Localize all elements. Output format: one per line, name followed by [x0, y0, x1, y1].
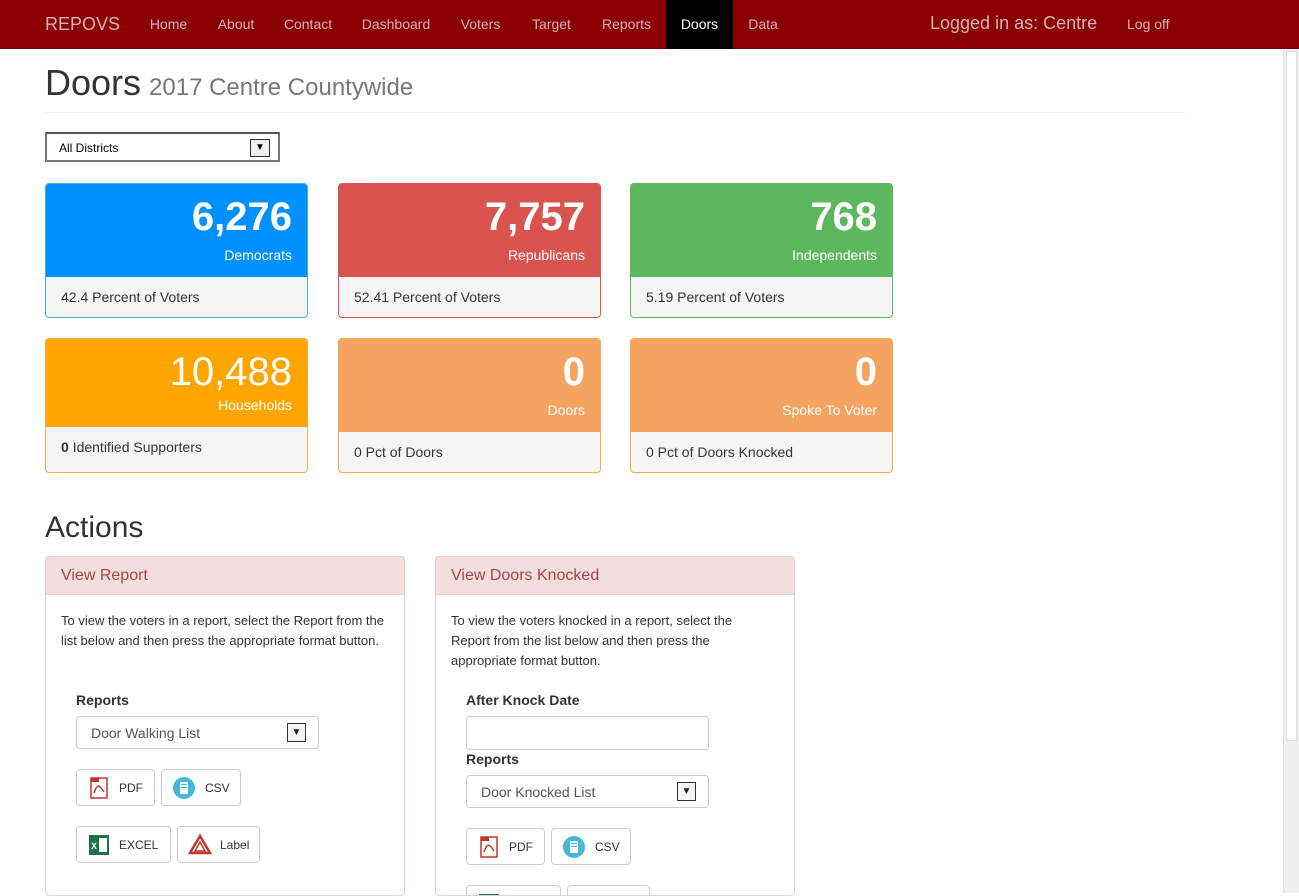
label-icon: [187, 833, 213, 857]
csv-button[interactable]: CSV: [161, 769, 241, 806]
stat-card-header: 6,276 Democrats: [46, 184, 307, 277]
panel-title: View Doors Knocked: [451, 567, 600, 584]
stat-label: Democrats: [224, 247, 292, 263]
brand-logo[interactable]: REPOVS: [45, 14, 120, 35]
excel-button-label: EXCEL: [119, 838, 159, 852]
stat-number: 7,757: [484, 195, 585, 239]
stat-label: Independents: [792, 247, 877, 263]
chevron-down-icon[interactable]: ▼: [677, 782, 696, 801]
view-report-panel: View Report To view the voters in a repo…: [45, 556, 405, 896]
nav-doors[interactable]: Doors: [666, 0, 733, 49]
csv-icon: [562, 835, 586, 859]
after-knock-date-input[interactable]: [466, 716, 709, 750]
logoff-link[interactable]: Log off: [1127, 16, 1170, 32]
stat-label: Spoke To Voter: [782, 402, 877, 418]
stat-card-header: 7,757 Republicans: [339, 184, 600, 277]
stat-number: 0: [854, 350, 877, 394]
stat-footer: 52.41 Percent of Voters: [354, 289, 501, 305]
stat-label: Republicans: [507, 247, 585, 263]
panel-instructions: To view the voters in a report, select t…: [61, 613, 384, 648]
pdf-icon: [477, 835, 501, 859]
stat-card-header: 0 Doors: [339, 339, 600, 432]
stat-footer: 5.19 Percent of Voters: [646, 289, 785, 305]
label-button[interactable]: Label: [177, 826, 260, 863]
panel-title: View Report: [61, 567, 148, 584]
pdf-button[interactable]: PDF: [76, 769, 155, 806]
stat-card-independents: 768 Independents 5.19 Percent of Voters: [630, 183, 893, 318]
nav-reports[interactable]: Reports: [587, 0, 666, 49]
page-title: Doors 2017 Centre Countywide: [45, 62, 413, 104]
pdf-icon: [87, 776, 111, 800]
knocked-report-select-value: Door Knocked List: [481, 784, 596, 800]
stat-label: Doors: [547, 402, 585, 418]
page-subtitle: 2017 Centre Countywide: [149, 74, 414, 101]
stat-card-households: 10,488 Households 0 Identified Supporter…: [45, 338, 308, 473]
chevron-down-icon[interactable]: ▼: [287, 723, 306, 742]
nav-home[interactable]: Home: [136, 0, 201, 49]
top-navbar: REPOVS Home About Contact Dashboard Vote…: [0, 0, 1299, 49]
panel-instructions: To view the voters knocked in a report, …: [451, 613, 733, 668]
stat-footer: 0 Pct of Doors Knocked: [646, 444, 794, 460]
nav-data[interactable]: Data: [733, 0, 793, 49]
stat-footer-count: 0: [61, 439, 69, 455]
label-button-label: Label: [220, 838, 250, 852]
stat-card-republicans: 7,757 Republicans 52.41 Percent of Voter…: [338, 183, 601, 318]
vertical-scrollbar[interactable]: [1283, 49, 1299, 893]
stat-card-header: 0 Spoke To Voter: [631, 339, 892, 432]
pdf-button[interactable]: PDF: [466, 828, 545, 865]
csv-icon: [172, 776, 196, 800]
report-select[interactable]: Door Walking List ▼: [76, 716, 319, 749]
stat-number: 0: [562, 350, 585, 394]
scrollbar-thumb[interactable]: [1286, 51, 1297, 741]
pdf-button-label: PDF: [119, 781, 143, 795]
stat-footer: 0 Identified Supporters: [61, 439, 202, 455]
nav-contact[interactable]: Contact: [269, 0, 347, 49]
stat-number: 10,488: [169, 350, 292, 394]
stat-number: 6,276: [191, 195, 292, 239]
stat-number: 768: [810, 195, 877, 239]
view-doors-knocked-panel: View Doors Knocked To view the voters kn…: [435, 556, 795, 896]
reports-label: Reports: [466, 751, 519, 767]
stat-card-doors: 0 Doors 0 Pct of Doors: [338, 338, 601, 473]
excel-button[interactable]: X EXCEL: [76, 826, 171, 863]
nav-target[interactable]: Target: [516, 0, 587, 49]
csv-button[interactable]: CSV: [551, 828, 631, 865]
stat-footer: 0 Pct of Doors: [354, 444, 443, 460]
knocked-report-select[interactable]: Door Knocked List ▼: [466, 775, 709, 808]
page-title-text: Doors: [45, 62, 142, 103]
label-button[interactable]: [567, 885, 650, 895]
panel-heading: View Doors Knocked: [436, 557, 794, 595]
stat-card-header: 768 Independents: [631, 184, 892, 277]
stat-card-spoke-to-voter: 0 Spoke To Voter 0 Pct of Doors Knocked: [630, 338, 893, 473]
district-select[interactable]: All Districts ▼: [45, 132, 280, 162]
nav-about[interactable]: About: [203, 0, 269, 49]
after-knock-date-label: After Knock Date: [466, 692, 580, 708]
logged-in-user[interactable]: Logged in as: Centre: [930, 13, 1097, 34]
stat-card-democrats: 6,276 Democrats 42.4 Percent of Voters: [45, 183, 308, 318]
reports-label: Reports: [76, 692, 129, 708]
svg-text:X: X: [91, 841, 97, 851]
stat-label: Households: [218, 397, 292, 413]
excel-icon: X: [87, 833, 111, 857]
stat-footer: 42.4 Percent of Voters: [61, 289, 200, 305]
panel-heading: View Report: [46, 557, 404, 595]
actions-heading: Actions: [45, 511, 144, 544]
stat-card-header: 10,488 Households: [46, 339, 307, 427]
nav-dashboard[interactable]: Dashboard: [347, 0, 445, 49]
stat-footer-text: Identified Supporters: [72, 439, 202, 455]
csv-button-label: CSV: [205, 781, 230, 795]
nav-voters[interactable]: Voters: [445, 0, 516, 49]
district-select-value: All Districts: [59, 141, 119, 155]
header-divider: [45, 112, 1185, 113]
pdf-button-label: PDF: [509, 840, 533, 854]
chevron-down-icon[interactable]: ▼: [250, 139, 270, 157]
csv-button-label: CSV: [595, 840, 620, 854]
excel-button[interactable]: [466, 885, 561, 895]
report-select-value: Door Walking List: [91, 725, 201, 741]
